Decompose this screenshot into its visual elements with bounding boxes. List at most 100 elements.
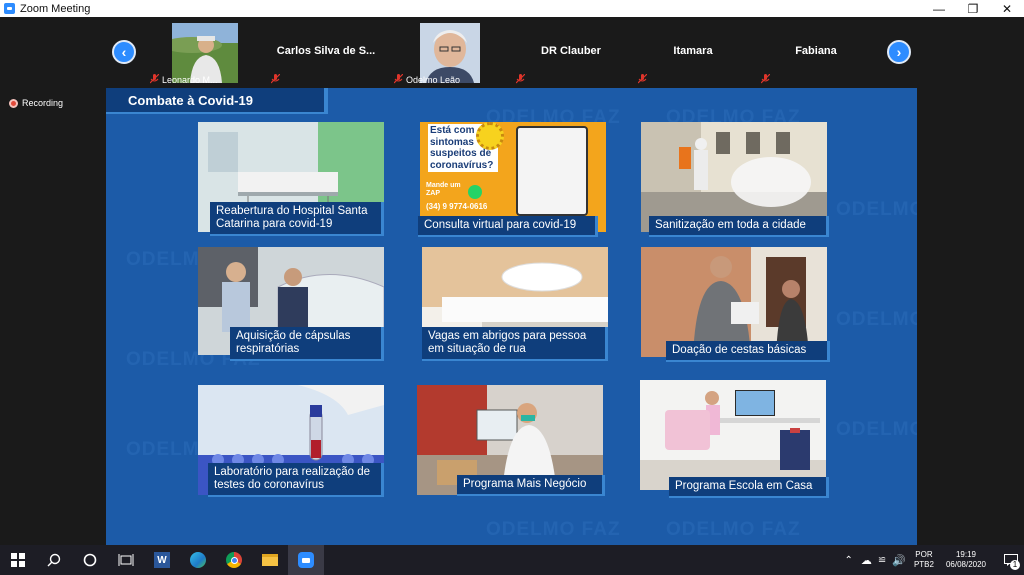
keyboard-layout: PTB2 [913, 560, 934, 569]
phone-screen-image [516, 126, 588, 216]
participant-tile[interactable]: Odelmo Leão [390, 17, 508, 87]
card-escola-em-casa: Programa Escola em Casa [640, 380, 829, 498]
zoom-taskbar-icon [298, 552, 314, 568]
whatsapp-icon [468, 185, 482, 199]
chevron-left-icon: ‹ [121, 44, 127, 60]
language-indicator[interactable]: POR PTB2 [914, 550, 934, 570]
folder-icon [262, 554, 278, 566]
card-caption: Reabertura do Hospital Santa Catarina pa… [210, 202, 384, 236]
system-tray: ⌃ ☁ ≌ 🔊 POR PTB2 19:19 06/08/2020 1 [844, 545, 1024, 575]
windows-taskbar: W ⌃ ☁ ≌ 🔊 POR PTB2 19:19 06/08/2020 1 [0, 545, 1024, 575]
shared-screen-slide: ODELMO FAZ ODELMO FAZ ODELMO FAZ ODELMO … [106, 88, 917, 545]
muted-mic-icon [761, 74, 770, 84]
muted-mic-icon [394, 74, 403, 84]
card-caption: Laboratório para realização de testes do… [208, 463, 384, 497]
participant-video [172, 23, 238, 83]
participant-name: Carlos Silva de S... [276, 45, 376, 57]
watermark-text: ODELMO FAZ [836, 309, 917, 330]
clock-date: 06/08/2020 [945, 560, 986, 569]
cortana-button[interactable] [72, 545, 108, 575]
task-view-button[interactable] [108, 545, 144, 575]
window-title: Zoom Meeting [20, 2, 91, 15]
card-caption: Doação de cestas básicas [666, 341, 830, 362]
language-code: POR [915, 550, 933, 559]
ad-line: coronavírus? [430, 159, 494, 171]
participant-tile[interactable]: Leonardo M... [146, 17, 264, 87]
edge-icon [190, 552, 206, 568]
card-caption: Aquisição de cápsulas respiratórias [230, 327, 384, 361]
muted-mic-icon [150, 74, 159, 84]
watermark-text: ODELMO FAZ [486, 519, 621, 540]
card-cestas: Doação de cestas básicas [641, 247, 830, 362]
task-view-icon [118, 554, 134, 566]
watermark-text: ODELMO FAZ [666, 519, 801, 540]
card-consulta: Está com sintomas suspeitos de coronavír… [418, 122, 606, 237]
card-caption: Sanitização em toda a cidade [649, 216, 829, 237]
minimize-button[interactable]: — [922, 0, 956, 17]
card-caption: Consulta virtual para covid-19 [418, 216, 598, 237]
participant-video [420, 23, 480, 83]
participant-name: Itamara [673, 45, 713, 57]
watermark-text: ODELMO FAZ [836, 419, 917, 440]
restore-button[interactable]: ❐ [956, 0, 990, 17]
card-sanitizacao: Sanitização em toda a cidade [641, 122, 829, 237]
start-button[interactable] [0, 545, 36, 575]
zoom-app-icon [4, 3, 15, 14]
cloud-icon[interactable]: ☁ [861, 554, 872, 567]
ad-line: suspeitos de [430, 148, 492, 159]
chevron-right-icon: › [896, 44, 902, 60]
word-icon: W [154, 552, 170, 568]
cortana-icon [83, 553, 97, 567]
file-explorer-button[interactable] [252, 545, 288, 575]
close-button[interactable]: ✕ [990, 0, 1024, 17]
windows-logo-icon [11, 553, 25, 567]
search-icon [47, 553, 61, 567]
volume-icon[interactable]: 🔊 [892, 554, 906, 567]
participant-tile[interactable]: Fabiana [757, 17, 875, 87]
word-app-button[interactable]: W [144, 545, 180, 575]
card-abrigos: Vagas em abrigos para pessoa em situação… [422, 247, 608, 361]
search-button[interactable] [36, 545, 72, 575]
record-icon [9, 98, 18, 108]
card-caption: Vagas em abrigos para pessoa em situação… [422, 327, 608, 361]
card-caption: Programa Mais Negócio [457, 475, 605, 496]
meeting-area: ‹ Leonardo M... Carlos Silva de S... Ode… [0, 17, 1024, 545]
chrome-app-button[interactable] [216, 545, 252, 575]
muted-mic-icon [638, 74, 647, 84]
participant-tile[interactable]: Carlos Silva de S... [267, 17, 385, 87]
recording-indicator[interactable]: Recording [9, 98, 63, 108]
participant-name: Fabiana [795, 45, 837, 57]
title-bar: Zoom Meeting — ❐ ✕ [0, 0, 1024, 17]
muted-mic-icon [271, 74, 280, 84]
card-hospital: Reabertura do Hospital Santa Catarina pa… [198, 122, 384, 236]
virus-icon [476, 122, 504, 150]
notification-count: 1 [1010, 560, 1020, 570]
home-school-image [640, 380, 826, 490]
participant-name: Odelmo Leão [406, 75, 461, 85]
card-laboratorio: Laboratório para realização de testes do… [198, 385, 384, 497]
participant-strip: ‹ Leonardo M... Carlos Silva de S... Ode… [0, 17, 1024, 89]
next-page-button[interactable]: › [887, 40, 911, 64]
edge-app-button[interactable] [180, 545, 216, 575]
zoom-app-button[interactable] [288, 545, 324, 575]
participant-tile[interactable]: DR Clauber [512, 17, 630, 87]
participant-tile[interactable]: Itamara [634, 17, 752, 87]
wifi-icon[interactable]: ≌ [878, 555, 886, 566]
chevron-up-icon[interactable]: ⌃ [844, 555, 852, 566]
slide-title: Combate à Covid-19 [106, 88, 328, 114]
card-capsulas: Aquisição de cápsulas respiratórias [198, 247, 384, 361]
watermark-text: ODELMO FAZ [836, 199, 917, 220]
clock-time: 19:19 [955, 550, 976, 559]
prev-page-button[interactable]: ‹ [112, 40, 136, 64]
ad-phone: (34) 9 9774-0616 [426, 202, 488, 211]
participant-name: DR Clauber [541, 45, 601, 57]
card-caption: Programa Escola em Casa [669, 477, 829, 498]
muted-mic-icon [516, 74, 525, 84]
recording-label: Recording [22, 98, 64, 108]
ad-cta: Mande um ZAP [426, 182, 461, 197]
card-mais-negocio: Programa Mais Negócio [417, 385, 605, 496]
participant-name: Leonardo M... [162, 75, 218, 85]
clock[interactable]: 19:19 06/08/2020 [946, 550, 986, 570]
notification-center-button[interactable]: 1 [998, 545, 1024, 575]
chrome-icon [226, 552, 242, 568]
